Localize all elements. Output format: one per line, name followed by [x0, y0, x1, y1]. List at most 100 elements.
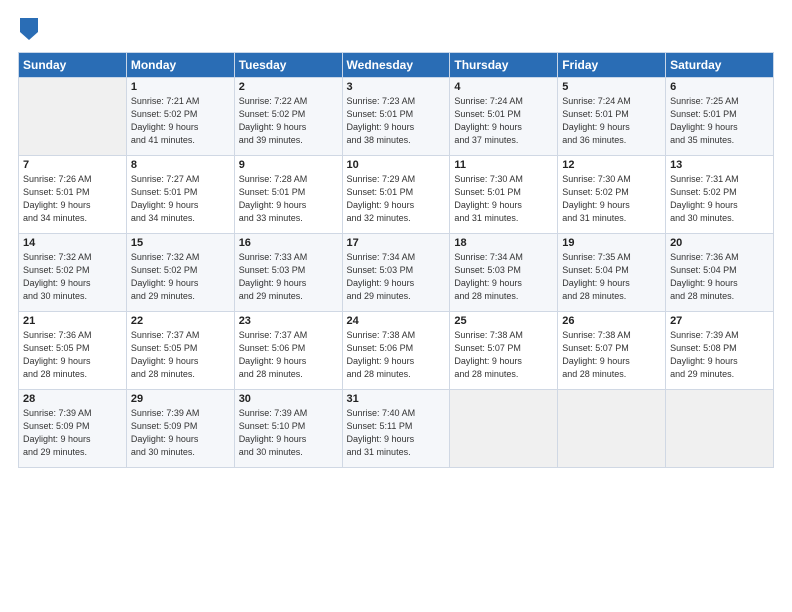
day-info: Sunrise: 7:34 AMSunset: 5:03 PMDaylight:… — [347, 251, 446, 303]
day-info: Sunrise: 7:33 AMSunset: 5:03 PMDaylight:… — [239, 251, 338, 303]
day-cell: 11 Sunrise: 7:30 AMSunset: 5:01 PMDayligh… — [450, 156, 558, 234]
day-info: Sunrise: 7:31 AMSunset: 5:02 PMDaylight:… — [670, 173, 769, 225]
day-number: 16 — [239, 237, 338, 249]
day-number: 18 — [454, 237, 553, 249]
day-info: Sunrise: 7:39 AMSunset: 5:09 PMDaylight:… — [131, 407, 230, 459]
day-cell: 2 Sunrise: 7:22 AMSunset: 5:02 PMDaylight… — [234, 78, 342, 156]
week-row-4: 28 Sunrise: 7:39 AMSunset: 5:09 PMDayligh… — [19, 390, 774, 468]
day-cell: 13Sunrise: 7:31 AMSunset: 5:02 PMDayligh… — [666, 156, 774, 234]
day-cell: 1 Sunrise: 7:21 AMSunset: 5:02 PMDaylight… — [126, 78, 234, 156]
day-cell: 16 Sunrise: 7:33 AMSunset: 5:03 PMDayligh… — [234, 234, 342, 312]
col-header-friday: Friday — [558, 53, 666, 78]
day-cell: 30 Sunrise: 7:39 AMSunset: 5:10 PMDayligh… — [234, 390, 342, 468]
day-number: 11 — [454, 159, 553, 171]
day-number: 1 — [131, 81, 230, 93]
day-number: 7 — [23, 159, 122, 171]
day-info: Sunrise: 7:30 AMSunset: 5:01 PMDaylight:… — [454, 173, 553, 225]
day-number: 31 — [347, 393, 446, 405]
day-info: Sunrise: 7:26 AMSunset: 5:01 PMDaylight:… — [23, 173, 122, 225]
day-number: 26 — [562, 315, 661, 327]
col-header-saturday: Saturday — [666, 53, 774, 78]
day-number: 4 — [454, 81, 553, 93]
day-cell: 18 Sunrise: 7:34 AMSunset: 5:03 PMDayligh… — [450, 234, 558, 312]
day-info: Sunrise: 7:38 AMSunset: 5:07 PMDaylight:… — [562, 329, 661, 381]
day-cell: 27Sunrise: 7:39 AMSunset: 5:08 PMDayligh… — [666, 312, 774, 390]
col-header-sunday: Sunday — [19, 53, 127, 78]
day-number: 25 — [454, 315, 553, 327]
day-cell: 15 Sunrise: 7:32 AMSunset: 5:02 PMDayligh… — [126, 234, 234, 312]
col-header-monday: Monday — [126, 53, 234, 78]
logo-text — [18, 18, 38, 40]
logo-icon — [20, 18, 38, 40]
day-cell: 29Sunrise: 7:39 AMSunset: 5:09 PMDayligh… — [126, 390, 234, 468]
day-cell — [19, 78, 127, 156]
day-cell: 26 Sunrise: 7:38 AMSunset: 5:07 PMDayligh… — [558, 312, 666, 390]
day-info: Sunrise: 7:21 AMSunset: 5:02 PMDaylight:… — [131, 95, 230, 147]
day-info: Sunrise: 7:24 AMSunset: 5:01 PMDaylight:… — [454, 95, 553, 147]
col-header-tuesday: Tuesday — [234, 53, 342, 78]
day-info: Sunrise: 7:39 AMSunset: 5:09 PMDaylight:… — [23, 407, 122, 459]
header-row: SundayMondayTuesdayWednesdayThursdayFrid… — [19, 53, 774, 78]
day-cell — [558, 390, 666, 468]
day-info: Sunrise: 7:29 AMSunset: 5:01 PMDaylight:… — [347, 173, 446, 225]
day-number: 27 — [670, 315, 769, 327]
day-cell: 22Sunrise: 7:37 AMSunset: 5:05 PMDayligh… — [126, 312, 234, 390]
logo — [18, 18, 38, 42]
day-cell — [450, 390, 558, 468]
day-info: Sunrise: 7:35 AMSunset: 5:04 PMDaylight:… — [562, 251, 661, 303]
day-info: Sunrise: 7:23 AMSunset: 5:01 PMDaylight:… — [347, 95, 446, 147]
day-cell: 7 Sunrise: 7:26 AMSunset: 5:01 PMDaylight… — [19, 156, 127, 234]
day-number: 28 — [23, 393, 122, 405]
day-info: Sunrise: 7:24 AMSunset: 5:01 PMDaylight:… — [562, 95, 661, 147]
day-cell: 3 Sunrise: 7:23 AMSunset: 5:01 PMDaylight… — [342, 78, 450, 156]
day-cell: 20 Sunrise: 7:36 AMSunset: 5:04 PMDayligh… — [666, 234, 774, 312]
day-info: Sunrise: 7:38 AMSunset: 5:07 PMDaylight:… — [454, 329, 553, 381]
day-cell: 12 Sunrise: 7:30 AMSunset: 5:02 PMDayligh… — [558, 156, 666, 234]
day-cell: 19Sunrise: 7:35 AMSunset: 5:04 PMDayligh… — [558, 234, 666, 312]
day-cell: 21 Sunrise: 7:36 AMSunset: 5:05 PMDayligh… — [19, 312, 127, 390]
day-number: 8 — [131, 159, 230, 171]
day-info: Sunrise: 7:36 AMSunset: 5:04 PMDaylight:… — [670, 251, 769, 303]
day-cell: 10 Sunrise: 7:29 AMSunset: 5:01 PMDayligh… — [342, 156, 450, 234]
day-number: 24 — [347, 315, 446, 327]
day-info: Sunrise: 7:28 AMSunset: 5:01 PMDaylight:… — [239, 173, 338, 225]
day-number: 30 — [239, 393, 338, 405]
day-number: 14 — [23, 237, 122, 249]
day-info: Sunrise: 7:32 AMSunset: 5:02 PMDaylight:… — [131, 251, 230, 303]
day-info: Sunrise: 7:27 AMSunset: 5:01 PMDaylight:… — [131, 173, 230, 225]
day-cell: 24 Sunrise: 7:38 AMSunset: 5:06 PMDayligh… — [342, 312, 450, 390]
day-cell: 6 Sunrise: 7:25 AMSunset: 5:01 PMDaylight… — [666, 78, 774, 156]
day-number: 15 — [131, 237, 230, 249]
day-cell — [666, 390, 774, 468]
day-cell: 5 Sunrise: 7:24 AMSunset: 5:01 PMDaylight… — [558, 78, 666, 156]
page-header — [18, 18, 774, 42]
week-row-0: 1 Sunrise: 7:21 AMSunset: 5:02 PMDaylight… — [19, 78, 774, 156]
day-number: 10 — [347, 159, 446, 171]
day-cell: 28 Sunrise: 7:39 AMSunset: 5:09 PMDayligh… — [19, 390, 127, 468]
day-info: Sunrise: 7:30 AMSunset: 5:02 PMDaylight:… — [562, 173, 661, 225]
day-number: 2 — [239, 81, 338, 93]
day-number: 5 — [562, 81, 661, 93]
day-info: Sunrise: 7:34 AMSunset: 5:03 PMDaylight:… — [454, 251, 553, 303]
day-number: 6 — [670, 81, 769, 93]
day-number: 21 — [23, 315, 122, 327]
day-info: Sunrise: 7:36 AMSunset: 5:05 PMDaylight:… — [23, 329, 122, 381]
day-number: 20 — [670, 237, 769, 249]
day-cell: 31Sunrise: 7:40 AMSunset: 5:11 PMDayligh… — [342, 390, 450, 468]
day-cell: 17Sunrise: 7:34 AMSunset: 5:03 PMDayligh… — [342, 234, 450, 312]
day-info: Sunrise: 7:22 AMSunset: 5:02 PMDaylight:… — [239, 95, 338, 147]
week-row-1: 7 Sunrise: 7:26 AMSunset: 5:01 PMDaylight… — [19, 156, 774, 234]
day-info: Sunrise: 7:38 AMSunset: 5:06 PMDaylight:… — [347, 329, 446, 381]
day-info: Sunrise: 7:39 AMSunset: 5:10 PMDaylight:… — [239, 407, 338, 459]
day-cell: 8 Sunrise: 7:27 AMSunset: 5:01 PMDaylight… — [126, 156, 234, 234]
week-row-3: 21 Sunrise: 7:36 AMSunset: 5:05 PMDayligh… — [19, 312, 774, 390]
day-cell: 23 Sunrise: 7:37 AMSunset: 5:06 PMDayligh… — [234, 312, 342, 390]
page-container: SundayMondayTuesdayWednesdayThursdayFrid… — [0, 0, 792, 612]
day-number: 9 — [239, 159, 338, 171]
day-number: 3 — [347, 81, 446, 93]
week-row-2: 14 Sunrise: 7:32 AMSunset: 5:02 PMDayligh… — [19, 234, 774, 312]
day-number: 23 — [239, 315, 338, 327]
day-info: Sunrise: 7:25 AMSunset: 5:01 PMDaylight:… — [670, 95, 769, 147]
day-number: 12 — [562, 159, 661, 171]
day-info: Sunrise: 7:37 AMSunset: 5:06 PMDaylight:… — [239, 329, 338, 381]
